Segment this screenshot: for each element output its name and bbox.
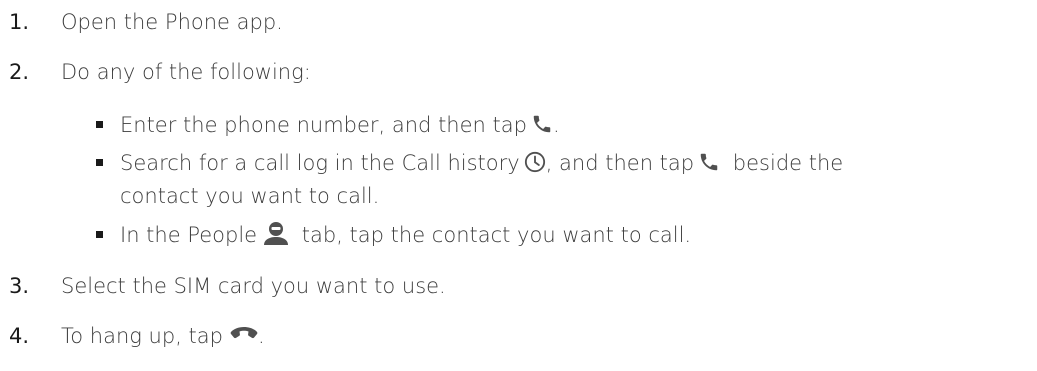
- clock-icon: [524, 151, 546, 173]
- step-text: Select the SIM card you want to use.: [61, 274, 446, 298]
- bullet-text-part: contact you want to call.: [120, 184, 380, 208]
- bullet-text: Search for a call log in the Call histor…: [120, 149, 843, 177]
- step-text: Do any of the following:: [61, 60, 311, 84]
- bullet-text-part: beside the: [726, 151, 844, 175]
- step-text: Open the Phone app.: [61, 10, 283, 34]
- step-text-part: To hang up, tap: [61, 324, 223, 348]
- phone-call-icon: [698, 151, 720, 173]
- step-number: 3.: [9, 274, 30, 298]
- bullet-text: Enter the phone number, and then tap.: [120, 111, 560, 139]
- phone-call-icon: [531, 113, 553, 135]
- bullet-text-part: tab, tap the contact you want to call.: [295, 223, 692, 247]
- bullet-text-part: .: [552, 113, 560, 137]
- bullet-marker: [96, 121, 103, 128]
- bullet-text: In the People tab, tap the contact you w…: [120, 221, 691, 249]
- bullet-marker: [96, 159, 103, 166]
- step-text-part: .: [257, 324, 265, 348]
- step-number: 1.: [9, 10, 30, 34]
- step-number: 4.: [9, 324, 30, 348]
- person-icon: [263, 221, 289, 245]
- hang-up-icon: [230, 326, 258, 344]
- bullet-text-part: Search for a call log in the Call histor…: [120, 151, 520, 175]
- step-number: 2.: [9, 60, 30, 84]
- bullet-marker: [96, 231, 103, 238]
- bullet-text-part: In the People: [120, 223, 258, 247]
- bullet-text-part: Enter the phone number, and then tap: [120, 113, 527, 137]
- bullet-text-part: , and then tap: [545, 151, 695, 175]
- step-text: To hang up, tap.: [61, 322, 265, 350]
